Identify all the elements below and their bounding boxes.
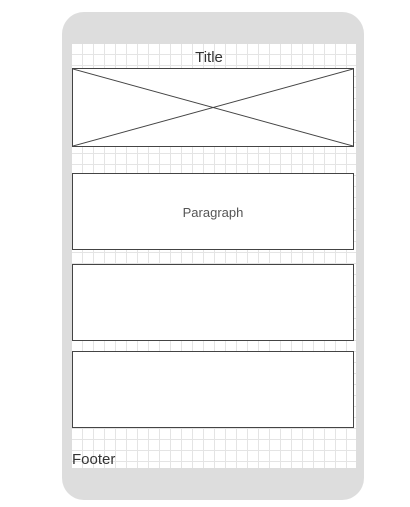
footer-label: Footer <box>72 451 116 468</box>
paragraph-label: Paragraph <box>182 205 244 220</box>
paragraph-block: Paragraph <box>72 173 354 250</box>
image-placeholder-cross-icon <box>73 69 353 146</box>
page-title: Title <box>195 49 223 66</box>
content-block-1 <box>72 264 354 341</box>
image-placeholder <box>72 68 354 147</box>
content-block-2 <box>72 351 354 428</box>
